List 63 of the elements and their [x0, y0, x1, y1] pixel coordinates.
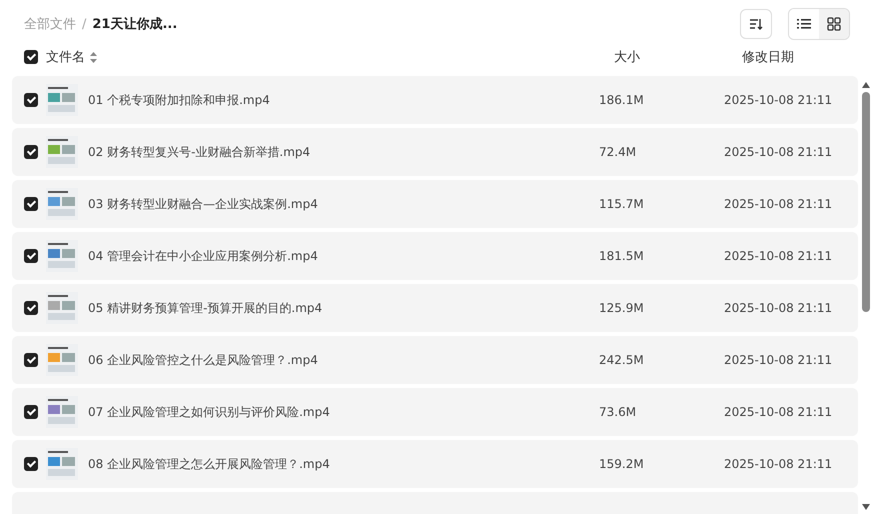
sort-icon	[749, 17, 763, 31]
sort-button[interactable]	[740, 9, 772, 39]
modified-date: 2025-10-08 21:11	[724, 353, 832, 367]
video-thumbnail	[46, 240, 78, 272]
column-header[interactable]: 大小	[614, 48, 640, 66]
column-header[interactable]: 修改日期	[742, 48, 794, 66]
row-checkbox[interactable]	[24, 145, 38, 159]
scroll-up-icon[interactable]	[862, 82, 870, 88]
modified-date: 2025-10-08 21:11	[724, 93, 832, 107]
video-thumbnail	[46, 292, 78, 324]
select-all-checkbox[interactable]	[24, 50, 38, 64]
file-row[interactable]: 06 企业风险管控之什么是风险管理？.mp4 242.5M 2025-10-08 21:11	[12, 336, 858, 384]
file-row[interactable]: 01 个税专项附加扣除和申报.mp4 186.1M 2025-10-08 21:11	[12, 76, 858, 124]
file-size: 125.9M	[599, 301, 645, 315]
file-row[interactable]: 03 财务转型业财融合—企业实战案例.mp4 115.7M 2025-10-08 21:11	[12, 180, 858, 228]
breadcrumb-separator: /	[82, 16, 86, 32]
scroll-down-icon[interactable]	[862, 504, 870, 510]
list-icon	[797, 18, 811, 30]
file-name: 06 企业风险管控之什么是风险管理？.mp4	[88, 352, 319, 368]
video-thumbnail	[46, 448, 78, 480]
sort-caret-icon[interactable]	[90, 52, 97, 62]
file-row[interactable]: 04 管理会计在中小企业应用案例分析.mp4 181.5M 2025-10-08 21:11	[12, 232, 858, 280]
file-name: 04 管理会计在中小企业应用案例分析.mp4	[88, 248, 319, 264]
row-checkbox[interactable]	[24, 93, 38, 107]
modified-date: 2025-10-08 21:11	[724, 457, 832, 471]
file-row[interactable]: 08 企业风险管理之怎么开展风险管理？.mp4 159.2M 2025-10-08 21:11	[12, 440, 858, 488]
row-checkbox[interactable]	[24, 457, 38, 471]
file-size: 181.5M	[599, 249, 645, 263]
row-checkbox[interactable]	[24, 301, 38, 315]
scrollbar-thumb[interactable]	[862, 92, 870, 312]
video-thumbnail	[46, 84, 78, 116]
file-name: 08 企业风险管理之怎么开展风险管理？.mp4	[88, 456, 331, 472]
row-checkbox[interactable]	[24, 405, 38, 419]
row-checkbox[interactable]	[24, 353, 38, 367]
row-checkbox[interactable]	[24, 249, 38, 263]
row-checkbox[interactable]	[24, 197, 38, 211]
modified-date: 2025-10-08 21:11	[724, 145, 832, 159]
file-size: 115.7M	[599, 197, 645, 211]
file-size: 159.2M	[599, 457, 645, 471]
modified-date: 2025-10-08 21:11	[724, 405, 832, 419]
file-row[interactable]: 05 精讲财务预算管理-预算开展的目的.mp4 125.9M 2025-10-08 21:11	[12, 284, 858, 332]
file-name: 02 财务转型复兴号-业财融合新举措.mp4	[88, 144, 312, 160]
file-size: 72.4M	[599, 145, 638, 159]
modified-date: 2025-10-08 21:11	[724, 249, 832, 263]
file-name: 01 个税专项附加扣除和申报.mp4	[88, 92, 271, 108]
file-name: 05 精讲财务预算管理-预算开展的目的.mp4	[88, 300, 324, 316]
file-size: 242.5M	[599, 353, 645, 367]
video-thumbnail	[46, 344, 78, 376]
modified-date: 2025-10-08 21:11	[724, 197, 832, 211]
file-size: 186.1M	[599, 93, 645, 107]
grid-view-button[interactable]	[819, 9, 849, 39]
file-name: 03 财务转型业财融合—企业实战案例.mp4	[88, 196, 319, 212]
file-row[interactable]: 07 企业风险管理之如何识别与评价风险.mp4 73.6M 2025-10-08 21:11	[12, 388, 858, 436]
column-header[interactable]: 文件名	[46, 48, 85, 66]
video-thumbnail	[46, 396, 78, 428]
video-thumbnail	[46, 136, 78, 168]
file-name: 07 企业风险管理之如何识别与评价风险.mp4	[88, 404, 331, 420]
file-row[interactable]: 02 财务转型复兴号-业财融合新举措.mp4 72.4M 2025-10-08 21:11	[12, 128, 858, 176]
grid-icon	[827, 17, 841, 31]
file-size: 73.6M	[599, 405, 638, 419]
modified-date: 2025-10-08 21:11	[724, 301, 832, 315]
video-thumbnail	[46, 188, 78, 220]
breadcrumb-item[interactable]: 21天让你成...	[92, 15, 178, 33]
